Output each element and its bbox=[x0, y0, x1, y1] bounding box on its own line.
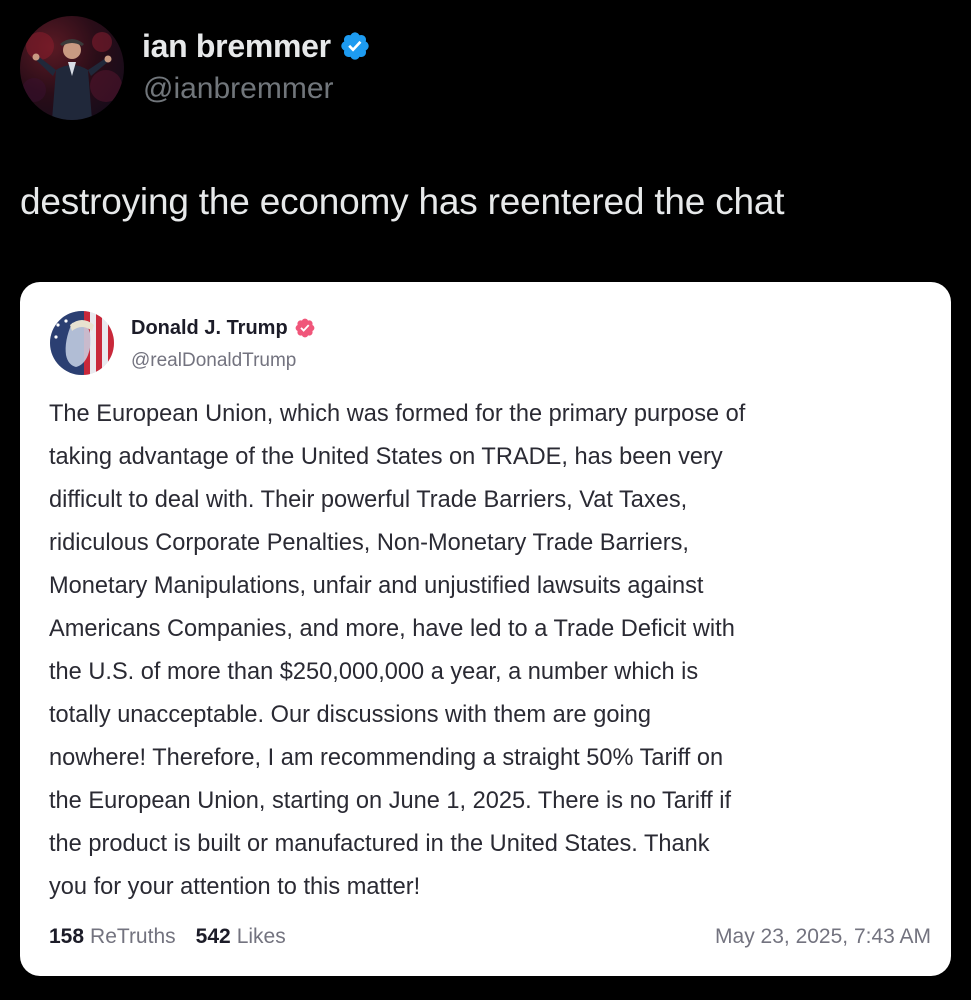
likes-label: Likes bbox=[236, 925, 286, 948]
quoted-author-avatar bbox=[50, 311, 114, 375]
body-line: Americans Companies, and more, have led … bbox=[49, 616, 735, 642]
author-avatar[interactable] bbox=[20, 16, 124, 120]
post-timestamp: May 23, 2025, 7:43 AM bbox=[715, 925, 931, 948]
body-line: totally unacceptable. Our discussions wi… bbox=[49, 702, 651, 728]
avatar-image bbox=[22, 32, 122, 120]
author-name[interactable]: ian bremmer bbox=[142, 28, 331, 65]
body-line: the product is built or manufactured in … bbox=[49, 831, 710, 857]
body-line: you for your attention to this matter! bbox=[49, 874, 421, 900]
body-line: The European Union, which was formed for… bbox=[49, 401, 746, 427]
post-text: destroying the economy has reentered the… bbox=[20, 181, 785, 222]
quoted-post-card[interactable]: Donald J. Trump @realDonaldTrump The Eur… bbox=[20, 282, 951, 976]
quoted-author-handle: @realDonaldTrump bbox=[131, 350, 297, 371]
likes-count: 542 bbox=[195, 925, 231, 948]
quoted-author-name: Donald J. Trump bbox=[131, 316, 288, 339]
author-handle[interactable]: @ianbremmer bbox=[143, 72, 334, 106]
body-line: Monetary Manipulations, unfair and unjus… bbox=[49, 573, 704, 599]
body-line: taking advantage of the United States on… bbox=[49, 444, 723, 470]
quoted-author-name-row: Donald J. Trump bbox=[131, 313, 316, 343]
body-line: the U.S. of more than $250,000,000 a yea… bbox=[49, 659, 699, 685]
body-line: difficult to deal with. Their powerful T… bbox=[49, 487, 688, 513]
verified-badge-icon bbox=[339, 30, 371, 62]
quoted-post-body: The European Union, which was formed for… bbox=[49, 393, 934, 909]
author-name-row[interactable]: ian bremmer bbox=[142, 24, 371, 68]
body-line: the European Union, starting on June 1, … bbox=[49, 788, 732, 814]
verified-badge-icon bbox=[294, 317, 316, 339]
retruths-count: 158 bbox=[49, 925, 85, 948]
avatar-image bbox=[50, 311, 114, 375]
body-line: nowhere! Therefore, I am recommending a … bbox=[49, 745, 724, 771]
retruths-label: ReTruths bbox=[90, 925, 176, 948]
body-line: ridiculous Corporate Penalties, Non-Mone… bbox=[49, 530, 689, 556]
engagement-stats: 158 ReTruths 542 Likes bbox=[49, 922, 286, 952]
